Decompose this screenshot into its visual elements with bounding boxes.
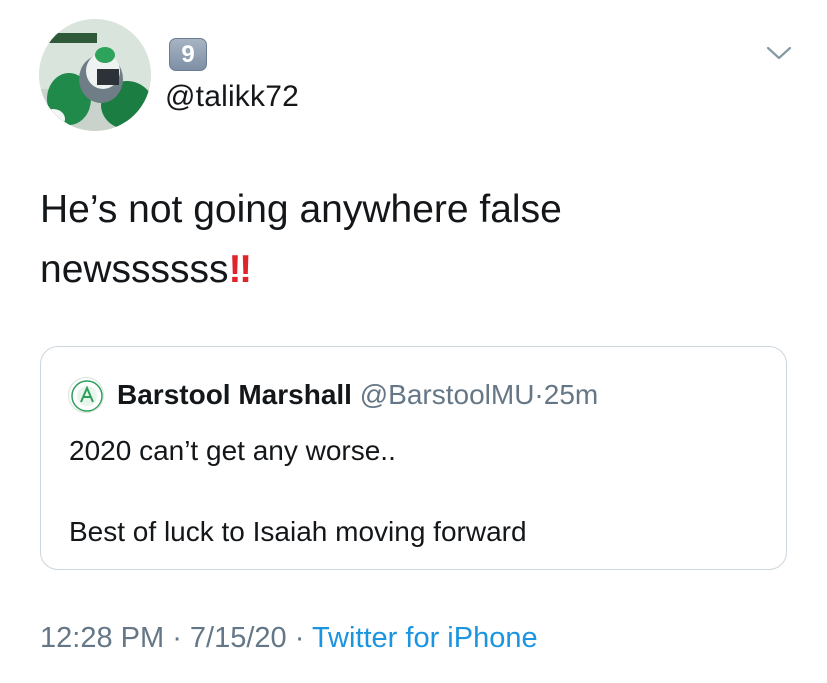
tweet-text: He’s not going anywhere false newssssss‼ bbox=[40, 180, 780, 300]
author-avatar[interactable] bbox=[39, 19, 151, 131]
author-handle[interactable]: @talikk72 bbox=[165, 80, 299, 114]
barstool-logo-icon bbox=[71, 380, 103, 412]
footer-separator: · bbox=[164, 622, 190, 654]
tweet-body: He’s not going anywhere false newssssss bbox=[40, 188, 562, 291]
footer-separator: · bbox=[286, 622, 312, 654]
quoted-tweet-line-2: Best of luck to Isaiah moving forward bbox=[69, 516, 527, 547]
quoted-author-avatar[interactable] bbox=[68, 377, 104, 413]
quoted-tweet-header: Barstool Marshall @BarstoolMU·25m bbox=[117, 377, 598, 413]
double-exclamation-icon: ‼ bbox=[228, 248, 253, 291]
quoted-tweet-age[interactable]: 25m bbox=[544, 379, 598, 410]
emoji-badge-nine: 9 bbox=[169, 38, 207, 71]
quoted-author-name[interactable]: Barstool Marshall bbox=[117, 379, 352, 410]
tweet-footer: 12:28 PM · 7/15/20 · Twitter for iPhone bbox=[40, 622, 538, 655]
tweet-time[interactable]: 12:28 PM bbox=[40, 622, 164, 654]
tweet-date[interactable]: 7/15/20 bbox=[190, 622, 287, 654]
tweet-source-link[interactable]: Twitter for iPhone bbox=[312, 622, 538, 654]
quoted-tweet-card[interactable]: Barstool Marshall @BarstoolMU·25m 2020 c… bbox=[40, 346, 787, 570]
quoted-author-handle[interactable]: @BarstoolMU bbox=[360, 379, 535, 410]
quoted-separator: · bbox=[534, 379, 544, 410]
avatar-photo-icon bbox=[39, 19, 151, 131]
chevron-down-icon[interactable] bbox=[766, 44, 792, 62]
quoted-tweet-line-1: 2020 can’t get any worse.. bbox=[69, 435, 396, 466]
